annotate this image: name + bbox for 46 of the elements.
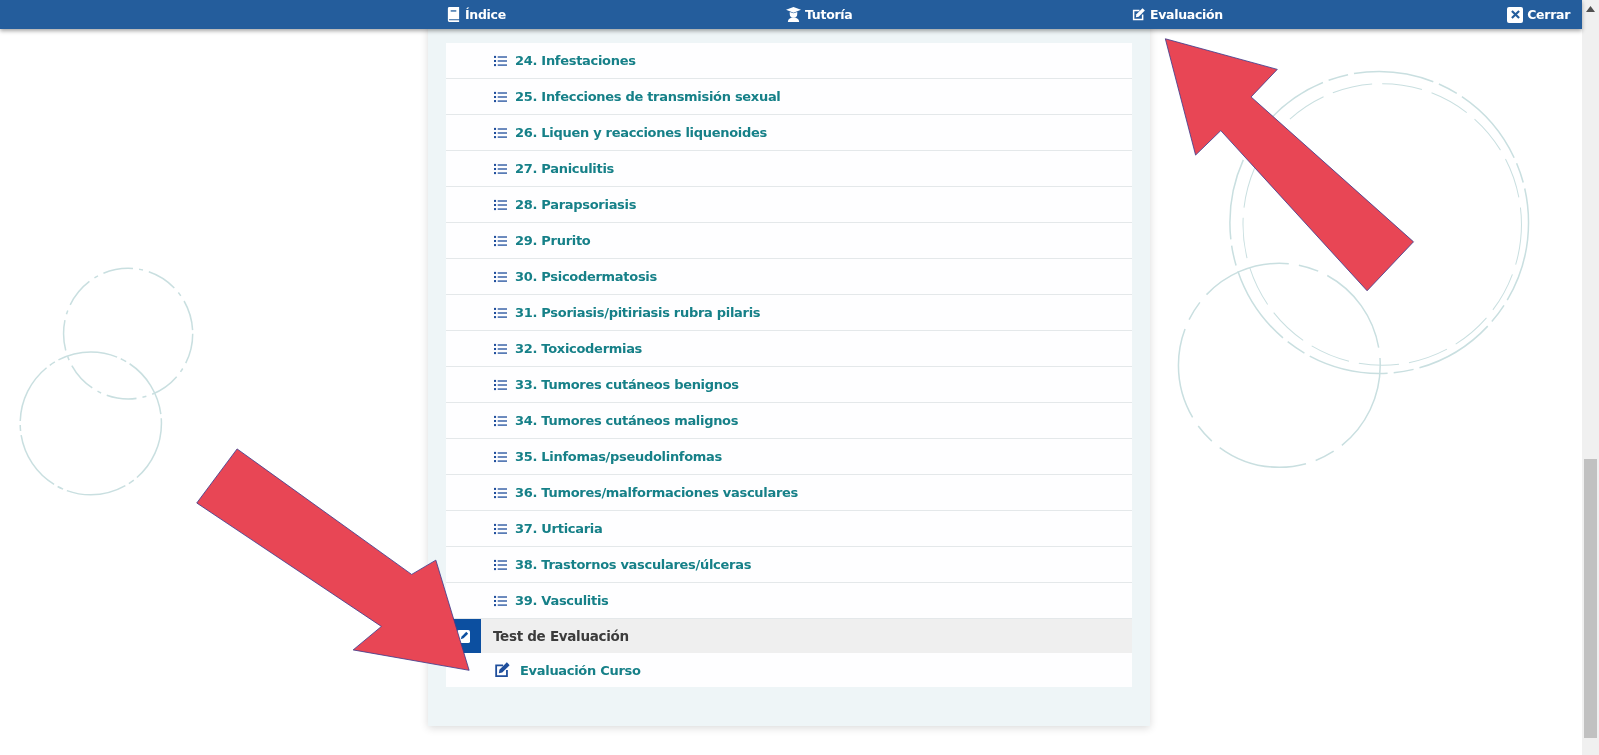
list-icon	[494, 558, 507, 571]
lesson-link[interactable]: 37. Urticaria	[515, 521, 603, 536]
nav-link[interactable]: Índice	[446, 7, 506, 22]
lesson-link[interactable]: 31. Psoriasis/pitiriasis rubra pilaris	[515, 305, 761, 320]
scrollbar[interactable]	[1582, 0, 1599, 755]
scroll-up-icon[interactable]	[1586, 6, 1595, 12]
list-icon	[494, 486, 507, 499]
list-icon	[494, 378, 507, 391]
close-icon	[1507, 6, 1524, 23]
lesson-link[interactable]: 26. Liquen y reacciones liquenoides	[515, 125, 767, 140]
lesson-link[interactable]: 32. Toxicodermias	[515, 341, 643, 356]
nav-link[interactable]: Evaluación	[1131, 7, 1223, 22]
lesson-link[interactable]: 38. Trastornos vasculares/úlceras	[515, 557, 752, 572]
section-title: Test de Evaluación	[493, 628, 629, 644]
lesson-link[interactable]: 34. Tumores cutáneos malignos	[515, 413, 739, 428]
close-button[interactable]: Cerrar	[1507, 6, 1570, 23]
edit-icon	[493, 661, 511, 679]
list-icon	[494, 126, 507, 139]
lesson-link[interactable]: 24. Infestaciones	[515, 53, 636, 68]
list-icon	[494, 234, 507, 247]
lesson-link[interactable]: 35. Linfomas/pseudolinfomas	[515, 449, 722, 464]
lesson-link[interactable]: 29. Prurito	[515, 233, 591, 248]
list-icon	[494, 522, 507, 535]
lesson-link[interactable]: 27. Paniculitis	[515, 161, 614, 176]
lesson-link[interactable]: 36. Tumores/malformaciones vasculares	[515, 485, 798, 500]
list-icon	[494, 306, 507, 319]
list-icon	[494, 54, 507, 67]
edit-icon	[1131, 7, 1146, 22]
scrollbar-thumb[interactable]	[1584, 459, 1597, 738]
lesson-link[interactable]: 30. Psicodermatosis	[515, 269, 657, 284]
lesson-link[interactable]: 28. Parapsoriasis	[515, 197, 637, 212]
book-icon	[446, 7, 461, 22]
lesson-link[interactable]: 39. Vasculitis	[515, 593, 609, 608]
list-icon	[494, 342, 507, 355]
list-icon	[494, 90, 507, 103]
list-icon	[494, 594, 507, 607]
graduate-icon	[786, 7, 801, 22]
list-icon	[494, 270, 507, 283]
list-icon	[494, 162, 507, 175]
evaluation-link[interactable]: Evaluación Curso	[520, 662, 641, 678]
list-icon	[494, 198, 507, 211]
nav-link[interactable]: Tutoría	[786, 7, 853, 22]
list-icon	[494, 450, 507, 463]
lesson-link[interactable]: 33. Tumores cutáneos benignos	[515, 377, 739, 392]
lesson-link[interactable]: 25. Infecciones de transmisión sexual	[515, 89, 781, 104]
list-icon	[494, 414, 507, 427]
